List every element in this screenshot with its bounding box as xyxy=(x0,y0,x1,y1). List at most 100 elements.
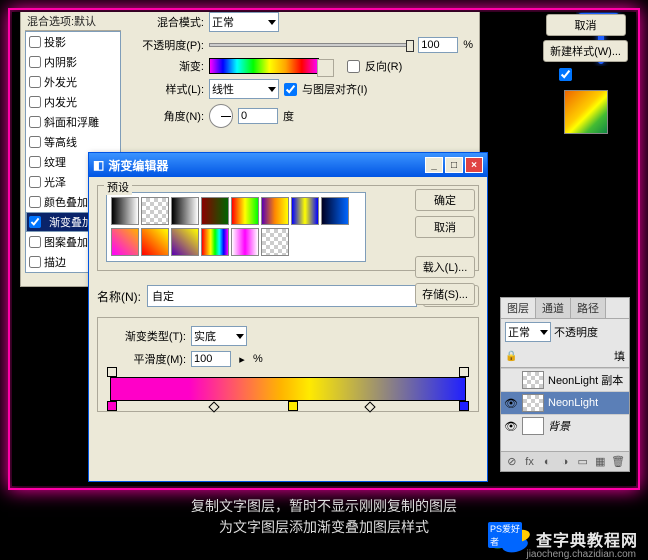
checkbox[interactable] xyxy=(29,56,41,68)
name-input[interactable]: 自定 xyxy=(147,285,417,307)
chevron-down-icon[interactable]: ▸ xyxy=(236,353,248,366)
checkbox[interactable] xyxy=(29,256,41,268)
layer-blend-mode-select[interactable]: 正常 xyxy=(505,322,551,342)
checkbox[interactable] xyxy=(29,156,41,168)
preset-swatch[interactable] xyxy=(291,197,319,225)
gradient-editor-title: 渐变编辑器 xyxy=(108,157,168,174)
effect-drop-shadow[interactable]: 投影 xyxy=(26,32,120,52)
preset-swatch[interactable] xyxy=(231,197,259,225)
preset-swatch[interactable] xyxy=(201,197,229,225)
new-layer-icon[interactable]: ▦ xyxy=(593,455,607,469)
layer-row[interactable]: 👁 NeonLight xyxy=(501,391,629,414)
color-stop[interactable] xyxy=(288,401,298,411)
effect-bevel-emboss[interactable]: 斜面和浮雕 xyxy=(26,112,120,132)
visibility-toggle[interactable]: 👁 xyxy=(504,396,518,410)
checkbox[interactable] xyxy=(29,236,41,248)
watermark-url: jiaocheng.chazidian.com xyxy=(526,549,636,560)
preset-swatch[interactable] xyxy=(141,228,169,256)
gradient-editor-dialog: ◧渐变编辑器 _ □ × 预设 xyxy=(88,152,488,482)
gradient-bar[interactable] xyxy=(110,377,466,401)
watermark-brand: 查字典教程网 xyxy=(536,527,638,551)
angle-field[interactable]: 0 xyxy=(238,108,278,124)
preview-label: 预览(V) xyxy=(575,66,612,82)
link-icon[interactable]: ⊘ xyxy=(505,455,519,469)
tab-layers[interactable]: 图层 xyxy=(501,298,536,318)
effect-inner-glow[interactable]: 内发光 xyxy=(26,92,120,112)
preset-swatch[interactable] xyxy=(231,228,259,256)
folder-icon[interactable]: ▭ xyxy=(576,455,590,469)
preset-swatch[interactable] xyxy=(111,228,139,256)
fx-icon[interactable]: fx xyxy=(523,455,537,469)
effect-gradient-overlay[interactable]: 渐变叠加 xyxy=(26,212,96,232)
cancel-button[interactable]: 取消 xyxy=(415,216,475,238)
smoothness-label: 平滑度(M): xyxy=(106,351,186,367)
checkbox[interactable] xyxy=(29,116,41,128)
minimize-button[interactable]: _ xyxy=(425,157,443,173)
ps-badge: PS爱好者 xyxy=(488,522,522,548)
gradient-editor-titlebar[interactable]: ◧ 渐变编辑器 _ □ × xyxy=(89,153,487,177)
load-button[interactable]: 载入(L)... xyxy=(415,256,475,278)
opacity-field[interactable]: 100 xyxy=(418,37,458,53)
opacity-slider[interactable] xyxy=(209,43,413,47)
neon-frame: 混合选项:默认 投影 内阴影 外发光 内发光 斜面和浮雕 等高线 纹理 光泽 颜… xyxy=(8,8,640,490)
new-style-button[interactable]: 新建样式(W)... xyxy=(543,40,628,62)
preset-swatch[interactable] xyxy=(111,197,139,225)
chevron-down-icon xyxy=(268,20,276,25)
gradient-type-select[interactable]: 实底 xyxy=(191,326,247,346)
color-stop[interactable] xyxy=(459,401,469,411)
preset-swatch[interactable] xyxy=(141,197,169,225)
reverse-checkbox[interactable] xyxy=(347,60,360,73)
style-select[interactable]: 线性 xyxy=(209,79,279,99)
preset-swatch[interactable] xyxy=(261,228,289,256)
visibility-toggle[interactable]: 👁 xyxy=(504,419,518,433)
ok-button[interactable]: 确定 xyxy=(415,189,475,211)
preset-swatch[interactable] xyxy=(171,197,199,225)
effect-inner-shadow[interactable]: 内阴影 xyxy=(26,52,120,72)
layer-row[interactable]: 👁 背景 xyxy=(501,414,629,437)
chevron-down-icon xyxy=(268,87,276,92)
mask-icon[interactable]: ◐ xyxy=(540,455,554,469)
visibility-toggle[interactable] xyxy=(504,373,518,387)
opacity-stop[interactable] xyxy=(459,367,469,377)
preset-swatch[interactable] xyxy=(201,228,229,256)
blend-options-header: 混合选项:默认 xyxy=(25,12,121,31)
effect-outer-glow[interactable]: 外发光 xyxy=(26,72,120,92)
midpoint-stop[interactable] xyxy=(364,401,375,412)
tab-channels[interactable]: 通道 xyxy=(536,298,571,318)
adjustment-icon[interactable]: ◑ xyxy=(558,455,572,469)
layer-name: 背景 xyxy=(548,418,570,434)
slider-thumb[interactable] xyxy=(406,40,414,52)
presets-grid xyxy=(106,192,366,262)
layer-row[interactable]: NeonLight 副本 xyxy=(501,368,629,391)
checkbox[interactable] xyxy=(29,36,41,48)
trash-icon[interactable]: 🗑 xyxy=(611,455,625,469)
angle-dial[interactable] xyxy=(209,104,233,128)
app-icon: ◧ xyxy=(93,158,104,172)
blend-mode-select[interactable]: 正常 xyxy=(209,12,279,32)
gradient-swatch[interactable] xyxy=(209,58,319,74)
checkbox[interactable] xyxy=(29,196,41,208)
cancel-button[interactable]: 取消 xyxy=(546,14,626,36)
checkbox[interactable] xyxy=(29,76,41,88)
midpoint-stop[interactable] xyxy=(208,401,219,412)
close-button[interactable]: × xyxy=(465,157,483,173)
align-checkbox[interactable] xyxy=(284,83,297,96)
checkbox[interactable] xyxy=(29,176,41,188)
opacity-stop[interactable] xyxy=(107,367,117,377)
save-button[interactable]: 存储(S)... xyxy=(415,283,475,305)
checkbox[interactable] xyxy=(29,136,41,148)
preset-swatch[interactable] xyxy=(261,197,289,225)
preview-swatch xyxy=(564,90,608,134)
effect-contour[interactable]: 等高线 xyxy=(26,132,120,152)
checkbox[interactable] xyxy=(29,96,41,108)
checkbox[interactable] xyxy=(29,216,41,228)
preset-swatch[interactable] xyxy=(321,197,349,225)
opacity-label: 不透明度(P): xyxy=(129,37,204,53)
preset-swatch[interactable] xyxy=(171,228,199,256)
maximize-button[interactable]: □ xyxy=(445,157,463,173)
chevron-down-icon xyxy=(236,334,244,339)
tab-paths[interactable]: 路径 xyxy=(571,298,606,318)
smoothness-field[interactable]: 100 xyxy=(191,351,231,367)
color-stop[interactable] xyxy=(107,401,117,411)
preview-checkbox[interactable] xyxy=(559,68,572,81)
